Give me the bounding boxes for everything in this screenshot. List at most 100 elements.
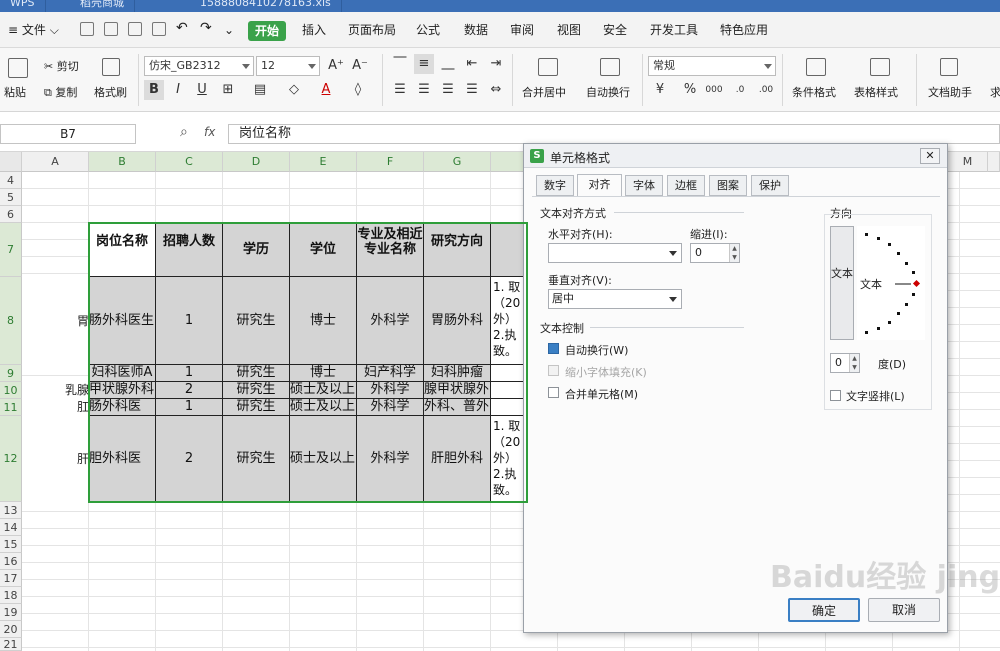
format-painter-button[interactable]: 格式刷 (94, 84, 127, 100)
wrap-text-button[interactable]: 自动换行 (586, 84, 630, 100)
cell-f10[interactable]: 外科学 (357, 382, 424, 399)
row-header[interactable]: 11 (0, 399, 22, 416)
redo-icon[interactable]: ↷ (200, 20, 212, 36)
cell-b12[interactable]: 胆外科医 (89, 416, 156, 502)
column-header-e[interactable]: E (290, 152, 357, 172)
table-style-button[interactable]: 表格样式 (854, 84, 898, 100)
cell-e12[interactable]: 硕士及以上 (290, 416, 357, 502)
tab-font[interactable]: 字体 (625, 175, 663, 196)
row-header[interactable]: 13 (0, 502, 22, 519)
close-icon[interactable]: ✕ (920, 148, 940, 164)
tab-pattern[interactable]: 图案 (709, 175, 747, 196)
cut-button[interactable]: ✂ 剪切 (44, 58, 79, 74)
paste-button[interactable]: 粘贴 (4, 84, 26, 100)
tab-border[interactable]: 边框 (667, 175, 705, 196)
row-header[interactable]: 5 (0, 189, 22, 206)
cell-b11[interactable]: 肠外科医 (89, 399, 156, 416)
cell-c11[interactable]: 1 (156, 399, 223, 416)
bold-icon[interactable]: B (144, 80, 164, 100)
column-header-c[interactable]: C (156, 152, 223, 172)
tab-security[interactable]: 安全 (603, 22, 627, 38)
cell-g8[interactable]: 胃肠外科 (424, 277, 491, 365)
column-header-g[interactable]: G (424, 152, 491, 172)
horizontal-align-select[interactable] (548, 243, 682, 263)
number-format-select[interactable]: 常规 (648, 56, 776, 76)
cell-d7[interactable]: 学历 (223, 223, 290, 277)
undo-icon[interactable]: ↶ (176, 20, 188, 36)
vertical-arrange-checkbox[interactable] (830, 390, 841, 401)
tab-review[interactable]: 审阅 (510, 22, 534, 38)
italic-icon[interactable]: I (168, 80, 188, 100)
cell-a12[interactable]: 肝 (22, 416, 89, 502)
save-icon[interactable] (80, 22, 94, 36)
cell-c10[interactable]: 2 (156, 382, 223, 399)
align-right-icon[interactable]: ☰ (438, 80, 458, 100)
cell-f12[interactable]: 外科学 (357, 416, 424, 502)
tab-page-layout[interactable]: 页面布局 (348, 22, 396, 38)
doc-assistant-button[interactable]: 文档助手 (928, 84, 972, 100)
wrap-text-icon[interactable] (600, 58, 620, 76)
conditional-format-icon[interactable] (806, 58, 826, 76)
shrink-fit-checkbox[interactable] (548, 365, 559, 376)
row-header[interactable]: 6 (0, 206, 22, 223)
cell-g10[interactable]: 腺甲状腺外科 (424, 382, 491, 399)
merge-center-button[interactable]: 合并居中 (522, 84, 566, 100)
orientation-dial[interactable]: 文本 (857, 226, 925, 340)
cell-g11[interactable]: 外科、普外科 (424, 399, 491, 416)
cell-a8[interactable]: 胃 (22, 277, 89, 365)
paste-icon[interactable] (8, 58, 28, 78)
daoke-tab[interactable]: 稻壳商城 (70, 0, 135, 12)
decrease-decimal-icon[interactable]: .00 (756, 80, 776, 100)
increase-font-icon[interactable]: A⁺ (326, 56, 346, 76)
row-header[interactable]: 12 (0, 416, 22, 502)
tab-view[interactable]: 视图 (557, 22, 581, 38)
increase-decimal-icon[interactable]: .0 (730, 80, 750, 100)
cell-e11[interactable]: 硕士及以上 (290, 399, 357, 416)
fill-color-icon[interactable]: ◇ (284, 80, 304, 100)
tab-start[interactable]: 开始 (248, 21, 286, 41)
row-header[interactable]: 4 (0, 172, 22, 189)
formula-input[interactable]: 岗位名称 (228, 124, 1000, 144)
table-style-icon[interactable] (870, 58, 890, 76)
row-header[interactable]: 21 (0, 638, 22, 651)
select-all-corner[interactable] (0, 152, 22, 172)
customize-icon[interactable]: ⌄ (224, 22, 234, 38)
cell-f9[interactable]: 妇产科学 (357, 365, 424, 382)
cell-f11[interactable]: 外科学 (357, 399, 424, 416)
cell-b8[interactable]: 肠外科医生 (89, 277, 156, 365)
font-size-select[interactable]: 12 (256, 56, 320, 76)
cell-c8[interactable]: 1 (156, 277, 223, 365)
cell-e10[interactable]: 硕士及以上 (290, 382, 357, 399)
tab-formula[interactable]: 公式 (416, 22, 440, 38)
border-icon[interactable]: ⊞ (218, 80, 238, 100)
row-header[interactable]: 10 (0, 382, 22, 399)
align-center-icon[interactable]: ☰ (414, 80, 434, 100)
percent-icon[interactable]: % (680, 80, 700, 100)
file-menu[interactable]: ≡ 文件 ⌵ (8, 22, 59, 38)
tab-alignment[interactable]: 对齐 (577, 174, 622, 196)
cell-b10[interactable]: 甲状腺外科 (89, 382, 156, 399)
export-icon[interactable] (152, 22, 166, 36)
align-middle-icon[interactable]: ≡ (414, 54, 434, 74)
row-header[interactable]: 16 (0, 553, 22, 570)
column-header-b[interactable]: B (89, 152, 156, 172)
row-header[interactable]: 14 (0, 519, 22, 536)
sum-button[interactable]: 求 (990, 84, 1000, 100)
tab-special[interactable]: 特色应用 (720, 22, 768, 38)
cell-a10[interactable]: 乳腺 (22, 382, 89, 399)
conditional-format-button[interactable]: 条件格式 (792, 84, 836, 100)
currency-icon[interactable]: ¥ (650, 80, 670, 100)
cell-c7[interactable]: 招聘人数 (156, 223, 223, 277)
font-color-icon[interactable]: A (316, 80, 336, 100)
tab-insert[interactable]: 插入 (302, 22, 326, 38)
cell-e9[interactable]: 博士 (290, 365, 357, 382)
wrap-text-checkbox[interactable] (548, 343, 559, 354)
row-header[interactable]: 20 (0, 621, 22, 638)
decrease-font-icon[interactable]: A⁻ (350, 56, 370, 76)
row-header[interactable]: 15 (0, 536, 22, 553)
cell-f8[interactable]: 外科学 (357, 277, 424, 365)
fx-icon[interactable]: fx (204, 125, 215, 139)
cell-style-icon[interactable]: ▤ (250, 80, 270, 100)
zoom-icon[interactable]: ⌕ (180, 124, 188, 140)
merge-center-icon[interactable] (538, 58, 558, 76)
